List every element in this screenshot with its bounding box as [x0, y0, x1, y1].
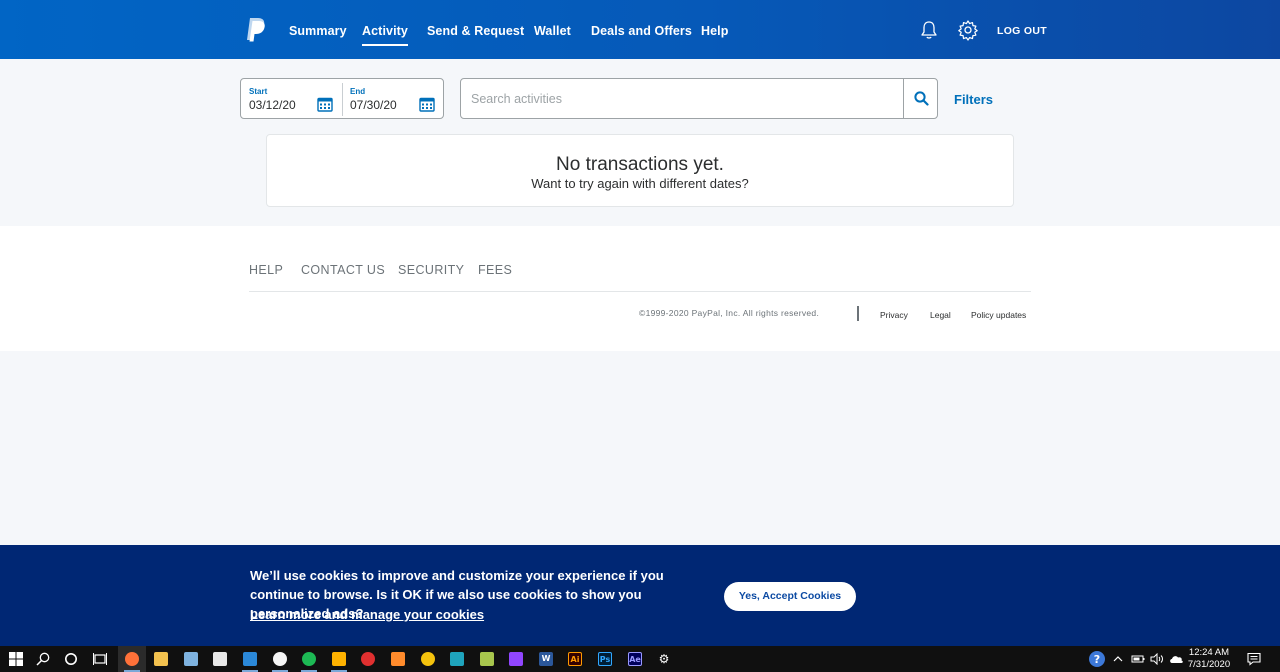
cortana-icon[interactable] [64, 652, 78, 666]
search-icon [914, 91, 929, 106]
help-icon[interactable]: ? [1088, 650, 1106, 668]
notifications-icon[interactable] [1247, 652, 1261, 666]
empty-state-subtitle: Want to try again with different dates? [531, 176, 749, 191]
start-date-field[interactable]: 03/12/20 [249, 98, 296, 112]
footer-security-link[interactable]: SECURITY [398, 263, 464, 277]
date-range-picker: Start 03/12/20 End 07/30/20 [240, 78, 444, 119]
chevron-up-icon[interactable] [1113, 654, 1123, 664]
end-date-field[interactable]: 07/30/20 [350, 98, 397, 112]
calendar-icon[interactable] [317, 96, 333, 112]
spotify-icon[interactable] [295, 646, 323, 672]
search-bar [460, 78, 938, 119]
cookie-banner: We’ll use cookies to improve and customi… [0, 545, 1280, 646]
file-explorer-icon[interactable] [147, 646, 175, 672]
svg-text:?: ? [1094, 653, 1100, 666]
nav-deals-and-offers[interactable]: Deals and Offers [591, 24, 692, 38]
policy-updates-link[interactable]: Policy updates [971, 310, 1026, 320]
footer-help-link[interactable]: HELP [249, 263, 283, 277]
windows-taskbar: W Ai Ps Ae ⚙ ? 12:24 AM 7/31/2020 [0, 646, 1280, 672]
footer-fees-link[interactable]: FEES [478, 263, 512, 277]
mail-icon[interactable] [236, 646, 264, 672]
firefox-icon[interactable] [118, 646, 146, 672]
nav-summary[interactable]: Summary [289, 24, 347, 38]
top-navigation-bar: Summary Activity Send & Request Wallet D… [0, 0, 1280, 59]
filters-link[interactable]: Filters [954, 92, 993, 107]
empty-state-card: No transactions yet. Want to try again w… [266, 134, 1014, 207]
date-divider [342, 83, 343, 116]
manage-cookies-link[interactable]: Learn more and manage your cookies [250, 607, 484, 622]
search-button[interactable] [903, 79, 938, 118]
photoshop-icon[interactable]: Ps [591, 646, 619, 672]
sublime-icon[interactable] [384, 646, 412, 672]
twitch-icon[interactable] [502, 646, 530, 672]
clock-date[interactable]: 7/31/2020 [1182, 659, 1236, 670]
end-date-label: End [350, 87, 366, 96]
battery-icon[interactable] [1131, 654, 1145, 664]
media-player-icon[interactable] [325, 646, 353, 672]
copyright-text: ©1999-2020 PayPal, Inc. All rights reser… [639, 308, 820, 318]
footer-separator [857, 306, 859, 321]
legal-link[interactable]: Legal [930, 310, 951, 320]
gear-icon[interactable] [957, 19, 979, 41]
windows-start-icon[interactable] [9, 652, 23, 666]
target-icon[interactable] [354, 646, 382, 672]
privacy-link[interactable]: Privacy [880, 310, 908, 320]
task-view-icon[interactable] [93, 652, 107, 666]
footer-divider [249, 291, 1031, 292]
bell-icon[interactable] [918, 19, 940, 41]
maya-icon[interactable] [443, 646, 471, 672]
page-footer: HELP CONTACT US SECURITY FEES ©1999-2020… [0, 226, 1280, 351]
nav-activity[interactable]: Activity [362, 24, 408, 46]
settings-icon[interactable]: ⚙ [650, 646, 678, 672]
after-effects-icon[interactable]: Ae [621, 646, 649, 672]
search-icon[interactable] [36, 652, 50, 666]
search-input[interactable] [462, 80, 902, 117]
word-icon[interactable]: W [532, 646, 560, 672]
calendar-icon[interactable] [419, 96, 435, 112]
nav-help[interactable]: Help [701, 24, 729, 38]
footer-contact-link[interactable]: CONTACT US [301, 263, 385, 277]
logout-button[interactable]: LOG OUT [997, 25, 1047, 37]
nav-wallet[interactable]: Wallet [534, 24, 571, 38]
nav-send-request[interactable]: Send & Request [427, 24, 524, 38]
chrome-icon[interactable] [414, 646, 442, 672]
volume-icon[interactable] [1150, 653, 1164, 665]
accept-cookies-button[interactable]: Yes, Accept Cookies [724, 582, 856, 611]
illustrator-icon[interactable]: Ai [561, 646, 589, 672]
store-icon[interactable] [206, 646, 234, 672]
paypal-logo-icon[interactable] [245, 17, 265, 43]
empty-state-title: No transactions yet. [556, 154, 724, 175]
start-date-label: Start [249, 87, 268, 96]
unity-icon[interactable] [473, 646, 501, 672]
clock-time[interactable]: 12:24 AM [1182, 647, 1236, 658]
remote-desktop-icon[interactable] [177, 646, 205, 672]
itunes-icon[interactable] [266, 646, 294, 672]
